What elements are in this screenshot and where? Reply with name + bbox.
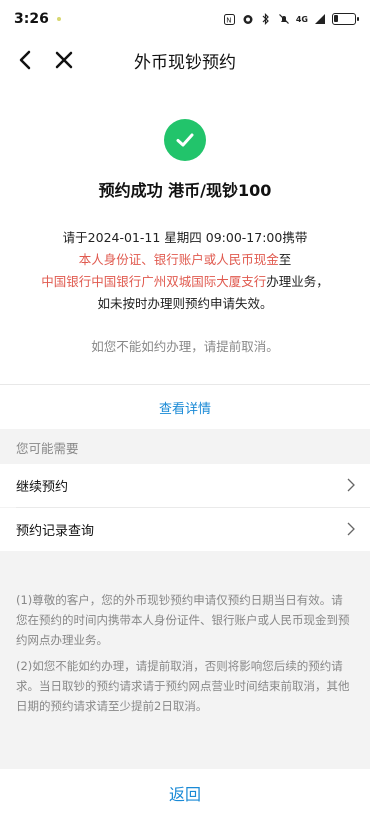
chevron-right-icon	[346, 478, 356, 492]
detail-line-3-suffix: 办理业务，	[266, 274, 329, 289]
nfc-icon: N	[224, 13, 236, 25]
battery-icon	[332, 13, 359, 25]
nav-bar: 外币现钞预约	[0, 38, 370, 82]
chevron-right-icon	[346, 522, 356, 536]
alarm-icon	[242, 13, 254, 25]
success-check-icon	[164, 119, 206, 161]
bluetooth-icon	[260, 13, 272, 25]
reservation-details: 请于2024-01-11 星期四 09:00-17:00携带 本人身份证、银行账…	[20, 227, 350, 315]
continue-reservation-item[interactable]: 继续预约	[0, 464, 370, 507]
status-time: 3:26	[14, 11, 49, 27]
back-button[interactable]: 返回	[0, 769, 370, 816]
status-icons: N 4G	[224, 13, 359, 25]
section-label: 您可能需要	[16, 441, 79, 456]
menu-item-label: 继续预约	[16, 480, 69, 495]
svg-text:N: N	[227, 16, 232, 24]
network-type: 4G	[295, 14, 308, 24]
note-1: (1)尊敬的客户，您的外币现钞预约申请仅预约日期当日有效。请您在预约的时间内携带…	[16, 593, 350, 647]
signal-icon	[314, 13, 326, 25]
required-documents: 本人身份证、银行账户或人民币现金	[78, 252, 279, 267]
notification-dot-icon	[56, 17, 61, 21]
close-icon[interactable]	[52, 48, 76, 72]
note-2: (2)如您不能如约办理，请提前取消，否则将影响您后续的预约请求。当日取钞的预约请…	[16, 659, 350, 713]
cancel-hint: 如您不能如约办理，请提前取消。	[91, 339, 279, 354]
back-arrow-icon[interactable]	[14, 48, 38, 72]
detail-line-3: 中国银行中国银行广州双城国际大厦支行办理业务，	[20, 271, 350, 293]
view-details-link[interactable]: 查看详情	[0, 385, 370, 429]
mute-icon	[278, 13, 290, 25]
detail-line-4: 如未按时办理则预约申请失效。	[97, 296, 273, 311]
status-bar: 3:26 N 4G	[0, 0, 370, 38]
reservation-history-item[interactable]: 预约记录查询	[0, 508, 370, 551]
detail-line-1: 请于2024-01-11 星期四 09:00-17:00携带	[62, 230, 308, 245]
detail-line-2-suffix: 至	[278, 252, 292, 267]
detail-line-2: 本人身份证、银行账户或人民币现金至	[20, 249, 350, 271]
menu-item-label: 预约记录查询	[16, 524, 95, 539]
result-title: 预约成功 港币/现钞100	[98, 181, 272, 200]
branch-name: 中国银行中国银行广州双城国际大厦支行	[41, 274, 267, 289]
